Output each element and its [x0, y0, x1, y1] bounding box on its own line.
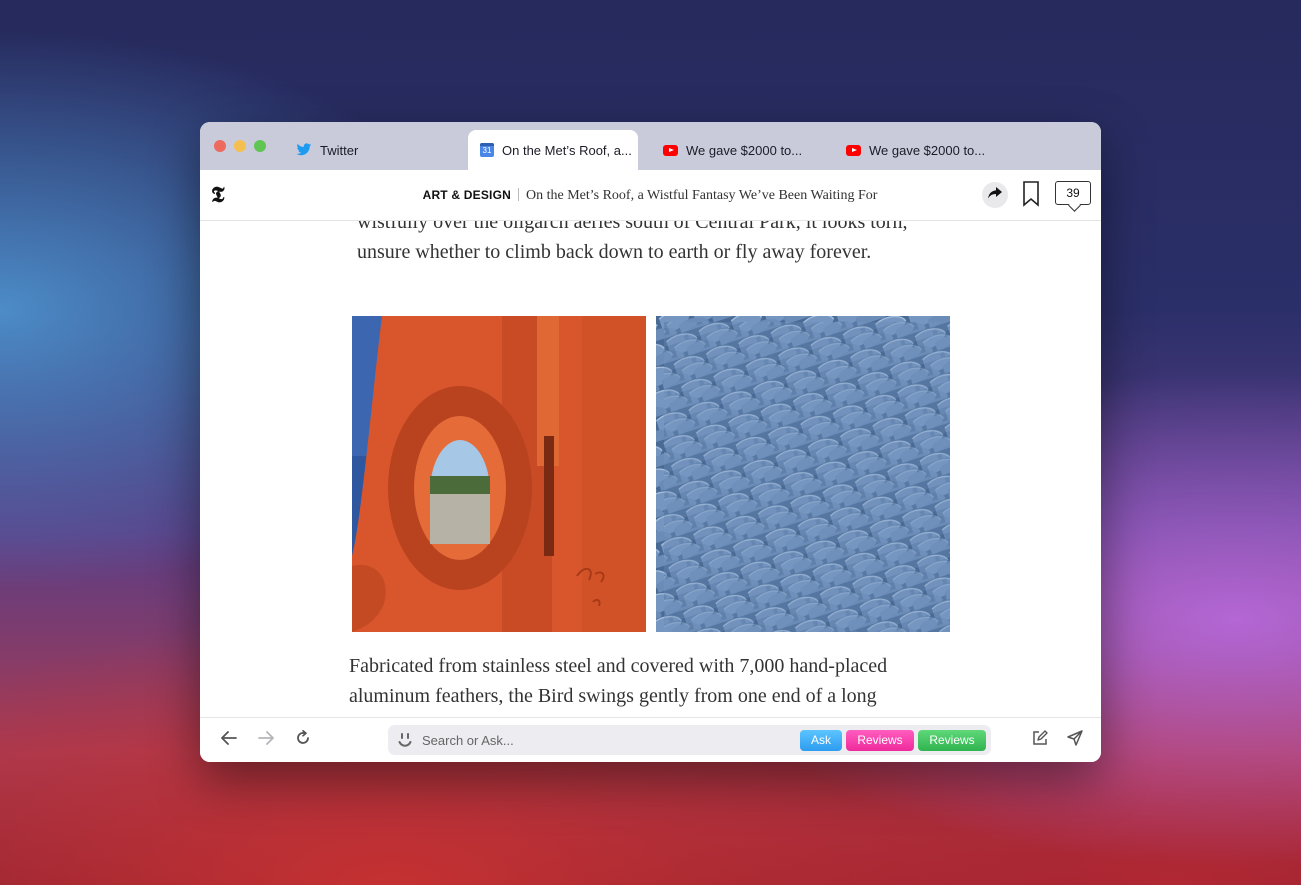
comments-button[interactable]: 39: [1055, 181, 1091, 205]
tab-label: We gave $2000 to...: [686, 142, 803, 158]
bottom-toolbar: Ask Reviews Reviews: [200, 717, 1101, 762]
compose-button[interactable]: [1031, 729, 1049, 751]
article-paragraph: wistfully over the oligarch aeries south…: [357, 221, 908, 263]
browser-window: Twitter 31 On the Met’s Roof, a... We ga…: [200, 122, 1101, 762]
article-header: 𝕿 ART & DESIGN On the Met’s Roof, a Wistf…: [200, 170, 1101, 221]
zoom-window-button[interactable]: [254, 140, 266, 152]
share-button[interactable]: [982, 182, 1008, 208]
bookmark-button[interactable]: [1022, 181, 1040, 212]
tab-twitter[interactable]: Twitter: [296, 130, 358, 170]
forward-button[interactable]: [257, 730, 275, 750]
bird-feathers-photo: [656, 316, 950, 632]
close-window-button[interactable]: [214, 140, 226, 152]
arrow-right-icon: [258, 730, 274, 750]
minimize-window-button[interactable]: [234, 140, 246, 152]
ask-button[interactable]: Ask: [800, 730, 842, 751]
back-button[interactable]: [220, 730, 238, 750]
share-arrow-icon: [988, 186, 1002, 204]
tab-youtube-1[interactable]: We gave $2000 to...: [662, 130, 802, 170]
reload-button[interactable]: [294, 729, 312, 751]
tab-bar: Twitter 31 On the Met’s Roof, a... We ga…: [200, 122, 1101, 170]
tab-label: Twitter: [320, 142, 359, 158]
reviews-button-green[interactable]: Reviews: [918, 730, 986, 751]
article-paragraph: Fabricated from stainless steel and cove…: [349, 655, 888, 707]
nyt-logo[interactable]: 𝕿: [211, 182, 225, 208]
send-icon: [1067, 729, 1083, 751]
article-body: wistfully over the oligarch aeries south…: [200, 221, 1101, 717]
tab-met-roof-article[interactable]: 31 On the Met’s Roof, a...: [468, 130, 638, 170]
tab-youtube-2[interactable]: We gave $2000 to...: [845, 130, 985, 170]
page-title: On the Met’s Roof, a Wistful Fantasy We’…: [525, 188, 878, 203]
tab-label: We gave $2000 to...: [869, 142, 986, 158]
tab-label: On the Met’s Roof, a...: [502, 142, 632, 158]
arrow-left-icon: [221, 730, 237, 750]
twitter-icon: [296, 142, 312, 158]
reload-icon: [295, 729, 311, 751]
smiley-icon: [398, 732, 412, 753]
divider: [517, 188, 519, 201]
send-button[interactable]: [1066, 729, 1084, 751]
youtube-icon: [662, 142, 678, 158]
section-label[interactable]: ART & DESIGN: [423, 188, 511, 202]
sculpture-orange-photo: [352, 316, 646, 632]
reviews-button[interactable]: Reviews: [846, 730, 914, 751]
search-input[interactable]: [422, 725, 782, 755]
search-bar[interactable]: Ask Reviews Reviews: [388, 725, 991, 755]
article-header-title: ART & DESIGN On the Met’s Roof, a Wistful…: [420, 187, 880, 204]
compose-icon: [1032, 729, 1048, 751]
calendar-icon: 31: [480, 142, 494, 158]
youtube-icon: [845, 142, 861, 158]
bookmark-icon: [1022, 181, 1040, 211]
